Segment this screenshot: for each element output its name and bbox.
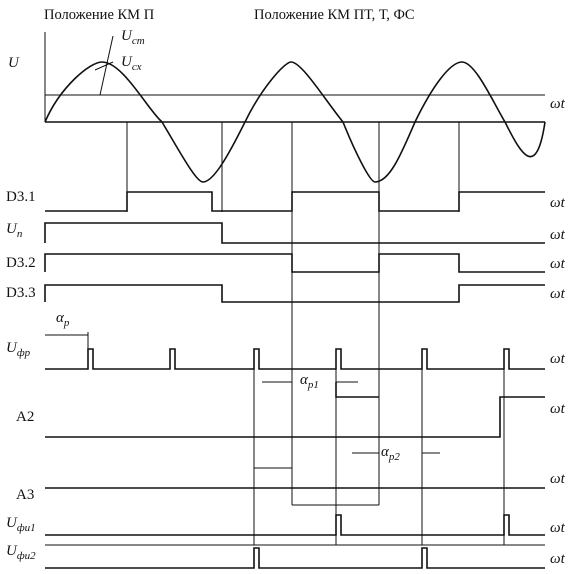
label-ufi1: Uфи1 <box>6 515 36 534</box>
label-ufr: Uфр <box>6 340 31 359</box>
ufi1-signal <box>45 514 545 546</box>
label-u-sx: Uсх <box>121 54 142 73</box>
u-waveform-panel <box>44 32 546 183</box>
label-alpha-p1: αр1 <box>300 372 319 391</box>
label-alpha-p1-sub: р1 <box>307 379 319 391</box>
label-a2: A2 <box>16 409 34 425</box>
label-alpha-p-sub: р <box>63 317 70 329</box>
label-d31: D3.1 <box>6 189 36 205</box>
label-u-st: Uст <box>121 28 145 47</box>
a3-signal <box>45 452 545 506</box>
label-alpha-p: αр <box>56 310 70 329</box>
omega-t-label-d31: ωt <box>550 195 566 211</box>
label-alpha-p2: αр2 <box>381 444 400 463</box>
omega-t-label-ufi2: ωt <box>550 551 566 567</box>
omega-t-label-a2: ωt <box>550 401 566 417</box>
ufr-signal <box>45 332 545 370</box>
timing-diagram: Положение КМ П Положение КМ ПТ, Т, ФС U … <box>6 7 566 569</box>
omega-t-label-ufi1: ωt <box>550 520 566 536</box>
omega-t-label-a3: ωt <box>550 471 566 487</box>
vertical-markers <box>126 122 505 545</box>
label-d32: D3.2 <box>6 255 36 271</box>
label-alpha-p2-sub: р2 <box>388 451 401 463</box>
omega-t-label-u: ωt <box>550 96 566 112</box>
omega-t-label-ufr: ωt <box>550 351 566 367</box>
label-ufr-sub: фр <box>17 347 31 359</box>
header-km-p: Положение КМ П <box>44 7 155 23</box>
label-up: Uп <box>6 221 23 240</box>
d32-signal <box>44 253 545 273</box>
label-d33: D3.3 <box>6 285 36 301</box>
label-ufi2: Uфи2 <box>6 543 36 562</box>
d31-signal <box>45 191 545 212</box>
label-u: U <box>8 55 20 71</box>
label-ufi1-sub: фи1 <box>17 522 36 534</box>
label-a3: A3 <box>16 487 34 503</box>
ufi2-signal <box>45 547 545 569</box>
up-signal <box>44 222 545 244</box>
header-km-pt-t-fs: Положение КМ ПТ, Т, ФС <box>254 7 415 23</box>
omega-t-label-d33: ωt <box>550 286 566 302</box>
label-u-sx-sub: сх <box>132 61 142 73</box>
omega-t-label-up: ωt <box>550 227 566 243</box>
label-up-sub: п <box>17 228 23 240</box>
a2-signal <box>45 381 545 438</box>
d33-signal <box>44 284 545 303</box>
omega-t-label-d32: ωt <box>550 256 566 272</box>
label-u-st-sub: ст <box>132 35 145 47</box>
label-ufi2-sub: фи2 <box>17 550 36 562</box>
